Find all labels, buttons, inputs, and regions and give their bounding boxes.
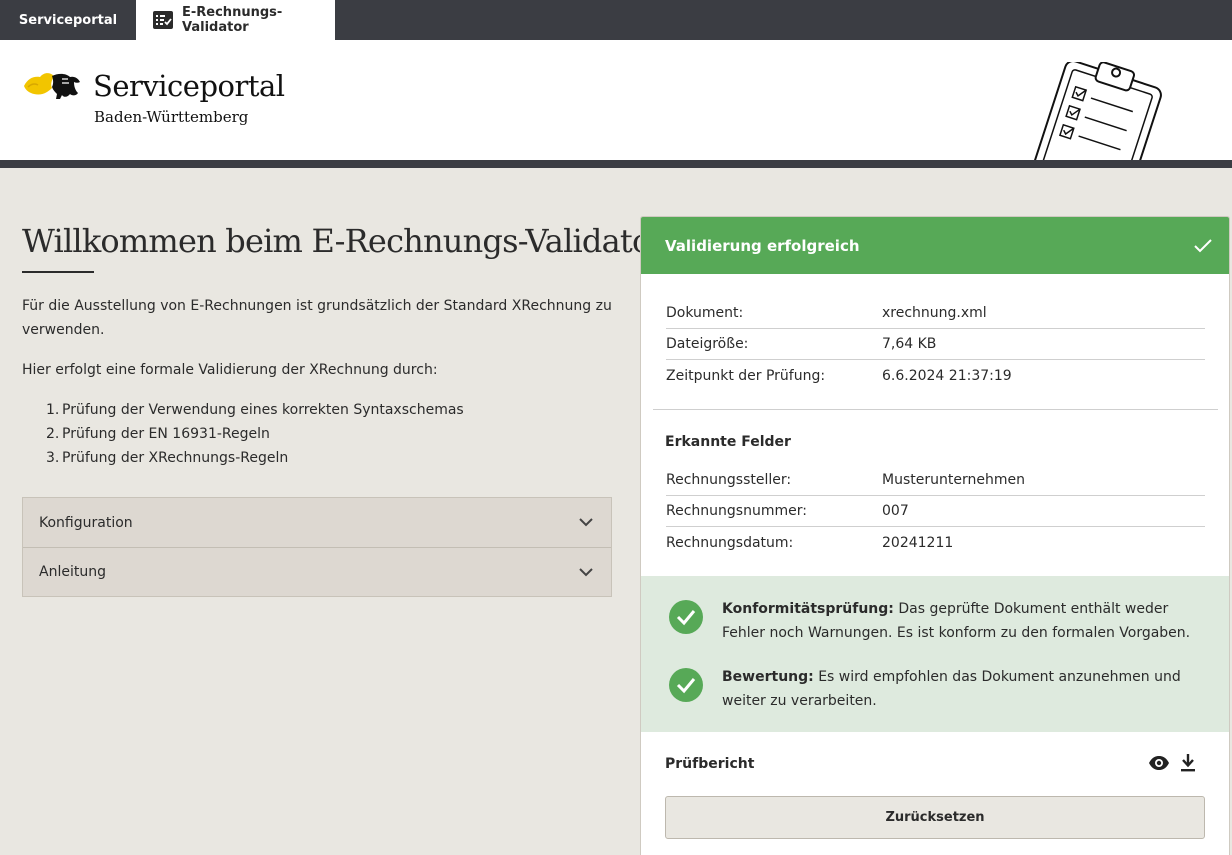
row-key: Dokument: — [666, 305, 744, 321]
conformity-summary: Konformitätsprüfung: Das geprüfte Dokume… — [641, 576, 1229, 732]
accordion-label: Anleitung — [39, 564, 106, 580]
row-value: 20241211 — [882, 534, 954, 551]
row-key: Zeitpunkt der Prüfung: — [666, 367, 826, 384]
row-key: Rechnungssteller: — [666, 472, 792, 488]
tab-validator-label: E-Rechnungs-Validator — [182, 5, 283, 35]
validation-steps-list: 1. Prüfung der Verwendung eines korrekten… — [46, 398, 464, 470]
list-item-number: 3. — [46, 450, 60, 466]
table-row: Dokument: xrechnung.xml — [666, 298, 1205, 329]
lion-coat-of-arms-icon[interactable] — [22, 70, 84, 102]
row-key: Rechnungsnummer: — [666, 503, 807, 519]
checkmark-icon — [1194, 238, 1212, 252]
header-divider — [0, 160, 1232, 168]
intro-text: Für die Ausstellung von E-Rechnungen ist… — [22, 298, 612, 338]
checklist-icon — [153, 11, 173, 29]
result-header: Validierung erfolgreich — [641, 217, 1229, 274]
document-info-table: Dokument: xrechnung.xml Dateigröße: 7,64… — [666, 298, 1205, 391]
report-actions — [1148, 753, 1196, 772]
list-item: 2. Prüfung der EN 16931-Regeln — [46, 422, 464, 446]
list-item-number: 2. — [46, 426, 60, 442]
table-row: Rechnungsnummer: 007 — [666, 496, 1205, 527]
chevron-down-icon — [579, 567, 593, 576]
row-value: Musterunternehmen — [882, 472, 1025, 488]
list-item-text: Prüfung der EN 16931-Regeln — [62, 426, 270, 442]
table-row: Rechnungsdatum: 20241211 — [666, 527, 1205, 558]
assessment-label: Bewertung: — [722, 669, 814, 685]
row-key: Dateigröße: — [666, 336, 749, 352]
success-circle-icon — [669, 668, 703, 702]
chevron-down-icon — [579, 518, 593, 527]
row-value: 007 — [882, 503, 909, 519]
detected-fields-title: Erkannte Felder — [665, 434, 791, 450]
row-value: xrechnung.xml — [882, 305, 987, 321]
report-title: Prüfbericht — [665, 756, 755, 772]
page-title: Willkommen beim E-Rechnungs-Validator — [22, 222, 666, 260]
accordion-konfiguration[interactable]: Konfiguration — [23, 498, 611, 547]
title-underline — [22, 271, 94, 273]
table-row: Zeitpunkt der Prüfung: 6.6.2024 21:37:19 — [666, 360, 1205, 391]
conformity-text: Konformitätsprüfung: Das geprüfte Dokume… — [722, 597, 1202, 645]
assessment-item: Bewertung: Es wird empfohlen das Dokumen… — [669, 665, 1209, 713]
intro-text-2: Hier erfolgt eine formale Validierung de… — [22, 362, 438, 378]
logo-subtitle: Baden-Württemberg — [94, 108, 249, 126]
accordion-anleitung[interactable]: Anleitung — [23, 547, 611, 596]
download-icon[interactable] — [1180, 753, 1196, 772]
accordion-label: Konfiguration — [39, 514, 133, 531]
success-circle-icon — [669, 600, 703, 634]
list-item-text: Prüfung der Verwendung eines korrekten S… — [62, 402, 464, 418]
row-key: Rechnungsdatum: — [666, 534, 794, 551]
eye-icon[interactable] — [1148, 755, 1170, 771]
list-item: 1. Prüfung der Verwendung eines korrekten… — [46, 398, 464, 422]
section-divider — [653, 409, 1218, 410]
logo-title[interactable]: Serviceportal — [93, 69, 285, 103]
conformity-label: Konformitätsprüfung: — [722, 601, 894, 617]
tab-serviceportal-label: Serviceportal — [18, 12, 118, 28]
reset-button[interactable]: Zurücksetzen — [665, 796, 1205, 839]
site-header: Serviceportal Baden-Württemberg — [0, 40, 1232, 160]
validation-result-panel: Validierung erfolgreich Dokument: xrechn… — [640, 216, 1230, 855]
list-item-text: Prüfung der XRechnungs-Regeln — [62, 450, 289, 466]
table-row: Rechnungssteller: Musterunternehmen — [666, 465, 1205, 496]
settings-accordion: Konfiguration Anleitung — [22, 497, 612, 597]
row-value: 7,64 KB — [882, 336, 937, 352]
conformity-check-item: Konformitätsprüfung: Das geprüfte Dokume… — [669, 597, 1209, 645]
list-item-number: 1. — [46, 402, 60, 418]
table-row: Dateigröße: 7,64 KB — [666, 329, 1205, 360]
detected-fields-table: Rechnungssteller: Musterunternehmen Rech… — [666, 465, 1205, 558]
top-tab-bar: Serviceportal E-Rechnungs-Validator — [0, 0, 1232, 40]
clipboard-checklist-icon — [1010, 60, 1180, 160]
list-item: 3. Prüfung der XRechnungs-Regeln — [46, 446, 464, 470]
result-header-title: Validierung erfolgreich — [665, 236, 860, 255]
tab-serviceportal[interactable]: Serviceportal — [0, 0, 136, 40]
assessment-text: Bewertung: Es wird empfohlen das Dokumen… — [722, 665, 1202, 713]
row-value: 6.6.2024 21:37:19 — [882, 367, 1012, 384]
tab-e-rechnungs-validator[interactable]: E-Rechnungs-Validator — [136, 0, 335, 40]
